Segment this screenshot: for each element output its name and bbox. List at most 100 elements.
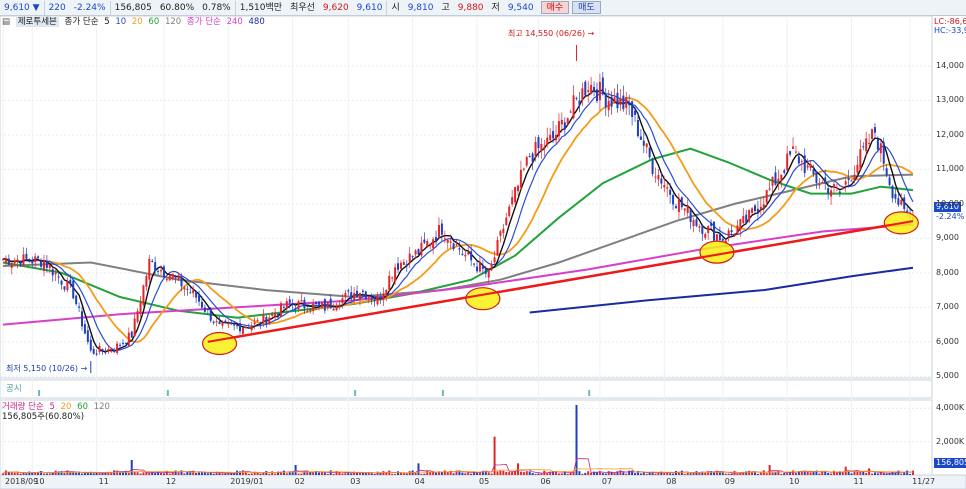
candle-body	[402, 262, 405, 265]
volume-bar	[771, 472, 774, 475]
date-tick-label: 09	[724, 477, 735, 486]
volume-bar	[356, 472, 359, 475]
volume-bar	[142, 472, 145, 475]
volume-bar	[607, 471, 610, 475]
volume-bar	[759, 472, 762, 475]
candle-body	[160, 270, 163, 272]
volume-bar	[183, 473, 186, 475]
volume-bar	[285, 473, 288, 475]
candle-body	[680, 197, 683, 208]
volume-bar	[75, 472, 78, 475]
candle-body	[736, 225, 739, 235]
candle-body	[809, 164, 812, 169]
price-tick-label: 13,000	[936, 95, 964, 105]
candle-body	[458, 248, 461, 250]
candle-body	[326, 301, 329, 309]
volume-bar	[443, 470, 446, 475]
candle-body	[78, 306, 81, 308]
candle-body	[689, 209, 692, 223]
volume-bar	[792, 470, 795, 475]
candle-body	[379, 297, 382, 300]
candle-body	[165, 279, 168, 281]
volume-bar	[528, 471, 531, 475]
candle-body	[399, 262, 402, 269]
candle-body	[505, 217, 508, 226]
volume-bar	[900, 473, 903, 475]
candle-body	[309, 309, 312, 311]
candle-body	[578, 100, 581, 105]
volume-bar	[531, 473, 534, 475]
candle-body	[7, 258, 10, 265]
volume-bar	[809, 472, 812, 475]
candle-body	[765, 190, 768, 203]
candle-body	[414, 250, 417, 255]
volume-bar	[139, 473, 142, 475]
candle-body	[467, 252, 470, 255]
volume-legend: 거래량 단순 5 20 60 120 156,805주(60.80%)	[2, 402, 113, 422]
candle-body	[63, 286, 66, 290]
candle-body	[792, 146, 795, 149]
candle-body	[212, 321, 215, 323]
candle-body	[651, 158, 654, 174]
legend-icon[interactable]: ▤	[2, 17, 10, 27]
volume-bar	[818, 473, 821, 475]
candle-body	[549, 134, 552, 141]
candle-body	[534, 141, 537, 157]
ma10-period: 10	[115, 17, 127, 27]
volume-bar	[622, 472, 625, 475]
candle-body	[499, 231, 502, 236]
volume-bar	[318, 472, 321, 475]
volume-bar	[437, 472, 440, 475]
volume-bar	[830, 473, 833, 475]
volume-bar	[718, 472, 721, 475]
volume-bar	[168, 473, 171, 475]
volume-bar	[669, 473, 672, 475]
candle-body	[282, 306, 285, 308]
volume-bar	[2, 473, 4, 475]
volume-bar	[487, 472, 490, 475]
candle-body	[780, 174, 783, 180]
volume-bar	[578, 471, 581, 475]
volume-tick-label: 2,000K	[936, 436, 965, 446]
candle-body	[104, 352, 107, 354]
vol-ma5-period: 5	[49, 402, 55, 412]
candle-body	[315, 302, 318, 305]
volume-bar	[300, 473, 303, 475]
date-tick-label: 08	[666, 477, 677, 486]
volume-bar	[540, 473, 543, 475]
price-tick-label: 8,000	[936, 267, 959, 277]
volume-bar	[344, 473, 347, 475]
stock-chart[interactable]	[0, 0, 966, 489]
candle-body	[300, 300, 303, 302]
volume-bar	[557, 473, 560, 475]
volume-bar	[595, 472, 598, 475]
date-tick-label: 02	[294, 477, 305, 486]
volume-bar	[689, 473, 692, 475]
ma2-label: 종가 단순	[186, 17, 221, 27]
candle-body	[639, 136, 642, 140]
candle-body	[233, 324, 236, 326]
candle-body	[382, 293, 385, 301]
candle-body	[186, 288, 189, 290]
volume-bar	[912, 470, 914, 475]
volume-bar	[850, 473, 853, 475]
volume-bar	[63, 473, 66, 475]
volume-bar	[560, 473, 563, 475]
candle-body	[370, 298, 373, 301]
candle-body	[686, 205, 689, 213]
candle-body	[110, 350, 113, 352]
candle-body	[584, 81, 587, 96]
volume-bar	[399, 473, 402, 475]
candle-body	[525, 157, 528, 166]
candle-body	[800, 160, 803, 162]
hc-label: HC:-33,9	[934, 26, 966, 35]
candle-body	[502, 228, 505, 234]
candle-body	[426, 240, 429, 247]
candle-body	[470, 251, 473, 261]
candle-body	[882, 141, 885, 164]
candle-body	[595, 89, 598, 102]
candle-body	[713, 221, 716, 241]
volume-bar	[341, 473, 344, 475]
volume-bar	[320, 472, 323, 475]
candle-body	[862, 146, 865, 148]
